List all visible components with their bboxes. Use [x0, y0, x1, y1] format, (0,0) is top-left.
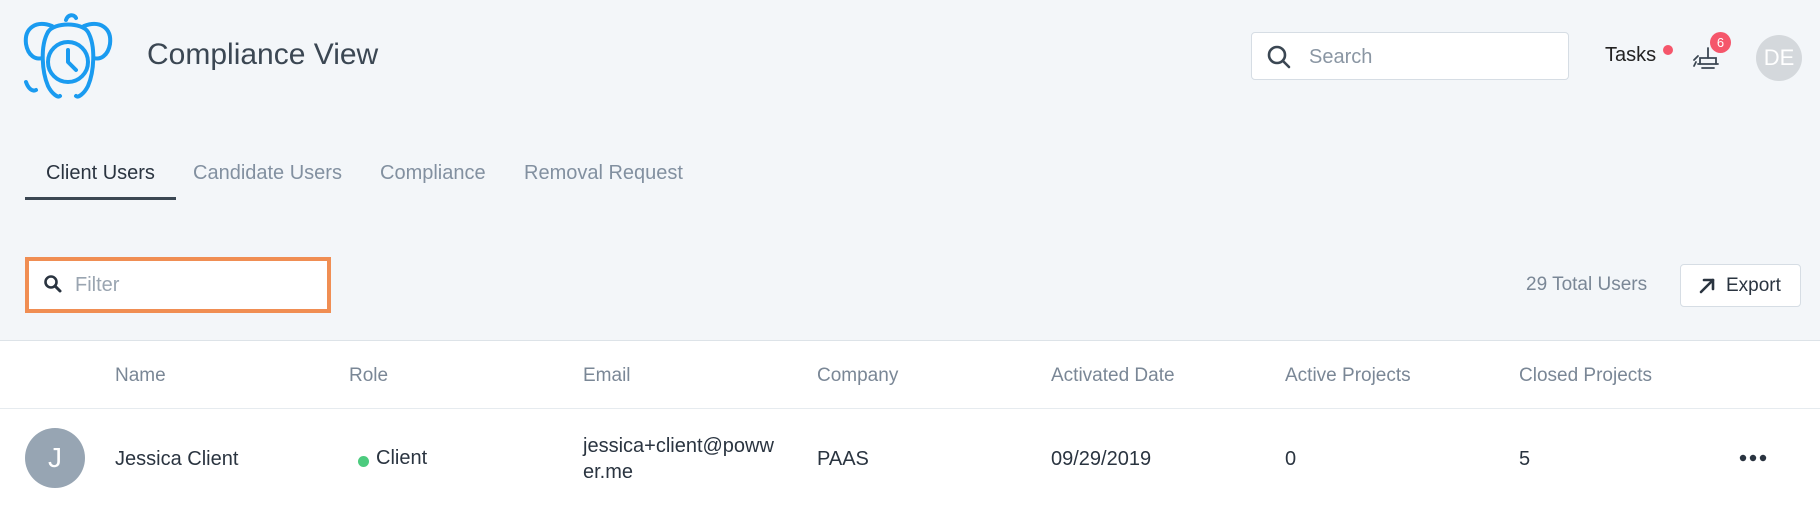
user-email-line-1: jessica+client@poww: [583, 435, 774, 457]
arrow-up-right-icon: [1699, 278, 1715, 294]
users-table: Name Role Email Company Activated Date A…: [0, 340, 1820, 513]
table-row[interactable]: J Jessica Client Client jessica+client@p…: [0, 409, 1820, 513]
total-users-count: 29 Total Users: [1526, 274, 1648, 295]
user-closed-projects: 5: [1519, 448, 1531, 470]
user-name[interactable]: Jessica Client: [115, 448, 238, 471]
more-horizontal-icon[interactable]: [1738, 449, 1768, 467]
tasks-link[interactable]: Tasks: [1605, 44, 1656, 67]
column-header-email[interactable]: Email: [583, 365, 631, 387]
column-header-active-projects[interactable]: Active Projects: [1285, 365, 1411, 387]
user-role: Client: [376, 447, 428, 469]
user-email-line-2: er.me: [583, 461, 634, 483]
user-activated-date: 09/29/2019: [1051, 448, 1152, 470]
elephant-logo-icon[interactable]: [22, 12, 114, 104]
avatar: J: [25, 428, 85, 488]
search-icon: [44, 275, 62, 293]
export-button[interactable]: Export: [1680, 264, 1801, 307]
filter-input[interactable]: [73, 270, 317, 300]
app-header: Compliance View Tasks 6 DE: [0, 0, 1820, 112]
column-header-activated-date[interactable]: Activated Date: [1051, 365, 1175, 387]
user-active-projects: 0: [1285, 448, 1297, 470]
page-title: Compliance View: [147, 38, 379, 71]
tab-client-users[interactable]: Client Users: [25, 150, 176, 200]
search-input[interactable]: [1307, 41, 1561, 73]
column-header-company[interactable]: Company: [817, 365, 898, 387]
role-status-dot: [358, 456, 369, 467]
notification-count-badge: 6: [1710, 32, 1731, 53]
column-header-closed-projects[interactable]: Closed Projects: [1519, 365, 1652, 387]
user-company: PAAS: [817, 448, 869, 470]
export-button-label: Export: [1726, 275, 1781, 296]
tab-removal-request[interactable]: Removal Request: [503, 150, 704, 200]
user-email: jessica+client@poww er.me: [583, 433, 774, 485]
tasks-indicator-dot: [1663, 45, 1673, 55]
column-header-role[interactable]: Role: [349, 365, 388, 387]
tab-compliance[interactable]: Compliance: [359, 150, 507, 200]
global-search[interactable]: [1251, 32, 1569, 80]
tab-candidate-users[interactable]: Candidate Users: [172, 150, 363, 200]
user-avatar[interactable]: DE: [1756, 35, 1802, 81]
search-icon: [1267, 45, 1291, 69]
filter-box[interactable]: [25, 257, 331, 313]
column-header-name[interactable]: Name: [115, 365, 166, 387]
